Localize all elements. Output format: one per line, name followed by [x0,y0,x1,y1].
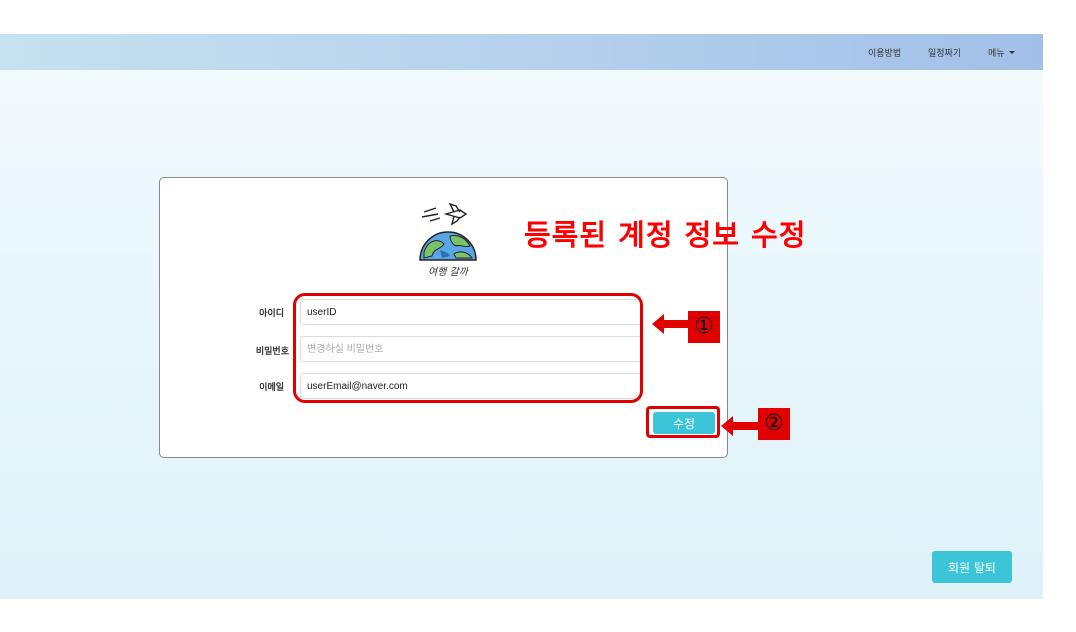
annotation-marker-2: ② [758,408,790,440]
nav-menu-label: 메뉴 [988,49,1005,59]
logo-caption: 여행 갈까 [428,266,470,278]
annotation-title: 등록된 계정 정보 수정 [524,218,807,252]
label-password: 비밀번호 [255,347,289,357]
label-email: 이메일 [259,383,284,393]
globe-icon [419,231,477,261]
annotation-highlight-button [646,406,720,438]
annotation-marker-1: ① [688,311,720,343]
label-user-id: 아이디 [259,309,284,319]
caret-down-icon [1008,51,1015,54]
withdraw-account-button[interactable]: 회원 탈퇴 [932,551,1012,583]
nav-menu-dropdown[interactable]: 메뉴 [988,46,1015,59]
nav-link-guide[interactable]: 이용방법 [868,46,901,59]
nav-link-schedule[interactable]: 일정짜기 [928,46,961,59]
travel-logo: 여행 갈까 [419,202,477,278]
annotation-highlight-fields [293,293,643,403]
airplane-icon [421,202,468,226]
left-arrow-icon [721,416,759,436]
left-arrow-icon [652,314,690,334]
top-navbar: 이용방법 일정짜기 메뉴 [0,34,1043,70]
